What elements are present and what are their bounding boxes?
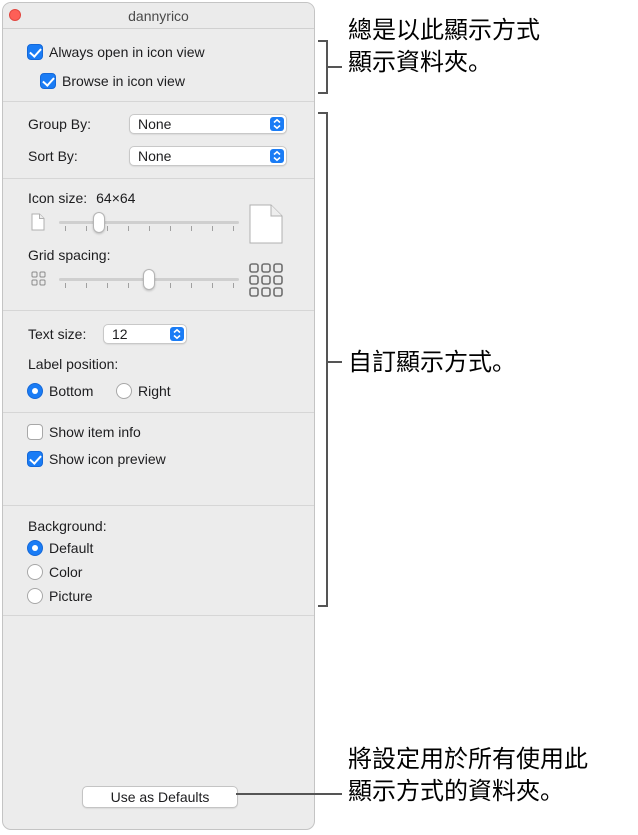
slider-knob[interactable] <box>93 212 105 233</box>
divider <box>3 412 314 413</box>
always-open-label: Always open in icon view <box>49 44 205 60</box>
bottom-label: Bottom <box>49 383 94 399</box>
show-item-info-label: Show item info <box>49 424 141 440</box>
use-as-defaults-button[interactable]: Use as Defaults <box>82 786 238 808</box>
radio-icon[interactable] <box>27 383 43 399</box>
grid-spacing-label: Grid spacing: <box>28 247 111 263</box>
slider-tick <box>212 226 213 231</box>
divider <box>3 178 314 179</box>
divider <box>3 310 314 311</box>
always-open-icon-view-checkbox[interactable]: Always open in icon view <box>27 44 205 60</box>
divider <box>3 505 314 506</box>
annotation-middle: 自訂顯示方式。 <box>348 348 516 376</box>
label-position-bottom-radio[interactable]: Bottom <box>27 383 93 399</box>
picture-label: Picture <box>49 588 93 604</box>
small-document-icon <box>31 213 45 236</box>
sort-by-value: None <box>138 148 172 164</box>
sort-by-popup[interactable]: None <box>129 146 287 166</box>
color-label: Color <box>49 564 83 580</box>
sort-by-label: Sort By: <box>28 148 78 164</box>
label-position-label: Label position: <box>28 356 119 372</box>
slider-tick <box>65 283 66 288</box>
icon-size-row: Icon size: 64×64 <box>28 190 135 206</box>
checkbox-icon[interactable] <box>27 424 43 440</box>
checkbox-icon[interactable] <box>27 44 43 60</box>
slider-tick <box>107 283 108 288</box>
icon-size-slider[interactable] <box>59 212 239 233</box>
checkbox-icon[interactable] <box>40 73 56 89</box>
radio-icon[interactable] <box>116 383 132 399</box>
slider-tick <box>233 226 234 231</box>
group-by-value: None <box>138 116 172 132</box>
window-title: dannyrico <box>128 8 189 24</box>
icon-size-label: Icon size: <box>28 190 88 206</box>
slider-tick <box>107 226 108 231</box>
show-item-info-checkbox[interactable]: Show item info <box>27 424 141 440</box>
popup-arrows-icon <box>270 117 284 131</box>
callout-bracket-middle <box>318 112 328 607</box>
checkbox-icon[interactable] <box>27 451 43 467</box>
background-color-radio[interactable]: Color <box>27 564 82 580</box>
large-document-icon <box>249 204 283 249</box>
grid-spacing-slider[interactable] <box>59 269 239 290</box>
label-position-right-radio[interactable]: Right <box>116 383 171 399</box>
callout-line-middle <box>328 361 342 363</box>
small-grid-icon <box>31 271 47 292</box>
slider-knob[interactable] <box>143 269 155 290</box>
slider-tick <box>128 283 129 288</box>
browse-icon-view-checkbox[interactable]: Browse in icon view <box>40 73 185 89</box>
slider-tick <box>191 283 192 288</box>
slider-tick <box>212 283 213 288</box>
background-picture-radio[interactable]: Picture <box>27 588 93 604</box>
slider-tick <box>86 283 87 288</box>
slider-tick <box>149 226 150 231</box>
background-default-radio[interactable]: Default <box>27 540 93 556</box>
slider-tick <box>86 226 87 231</box>
right-label: Right <box>138 383 171 399</box>
annotation-top-line1: 總是以此顯示方式 <box>348 16 540 44</box>
default-label: Default <box>49 540 94 556</box>
callout-line-bottom <box>236 793 342 795</box>
slider-tick <box>65 226 66 231</box>
large-grid-icon <box>248 262 284 303</box>
divider <box>3 101 314 102</box>
annotation-bottom-line2: 顯示方式的資料夾。 <box>348 777 564 805</box>
slider-tick <box>191 226 192 231</box>
text-size-label: Text size: <box>28 326 87 342</box>
radio-icon[interactable] <box>27 540 43 556</box>
callout-line-top <box>328 66 342 68</box>
browse-label: Browse in icon view <box>62 73 185 89</box>
group-by-label: Group By: <box>28 116 92 132</box>
text-size-value: 12 <box>112 326 128 342</box>
popup-arrows-icon <box>270 149 284 163</box>
slider-tick <box>170 283 171 288</box>
divider <box>3 615 314 616</box>
background-label: Background: <box>28 518 107 534</box>
icon-size-value: 64×64 <box>96 190 136 206</box>
slider-tick <box>233 283 234 288</box>
text-size-popup[interactable]: 12 <box>103 324 187 344</box>
show-icon-preview-label: Show icon preview <box>49 451 166 467</box>
annotation-bottom-line1: 將設定用於所有使用此 <box>348 745 588 773</box>
radio-icon[interactable] <box>27 588 43 604</box>
group-by-popup[interactable]: None <box>129 114 287 134</box>
title-bar: dannyrico <box>3 3 314 29</box>
annotation-top-line2: 顯示資料夾。 <box>348 48 492 76</box>
popup-arrows-icon <box>170 327 184 341</box>
slider-track <box>59 221 239 224</box>
show-icon-preview-checkbox[interactable]: Show icon preview <box>27 451 166 467</box>
callout-bracket-top <box>318 40 328 94</box>
view-options-window: dannyrico Always open in icon view Brows… <box>2 2 315 830</box>
slider-tick <box>170 226 171 231</box>
slider-tick <box>128 226 129 231</box>
radio-icon[interactable] <box>27 564 43 580</box>
